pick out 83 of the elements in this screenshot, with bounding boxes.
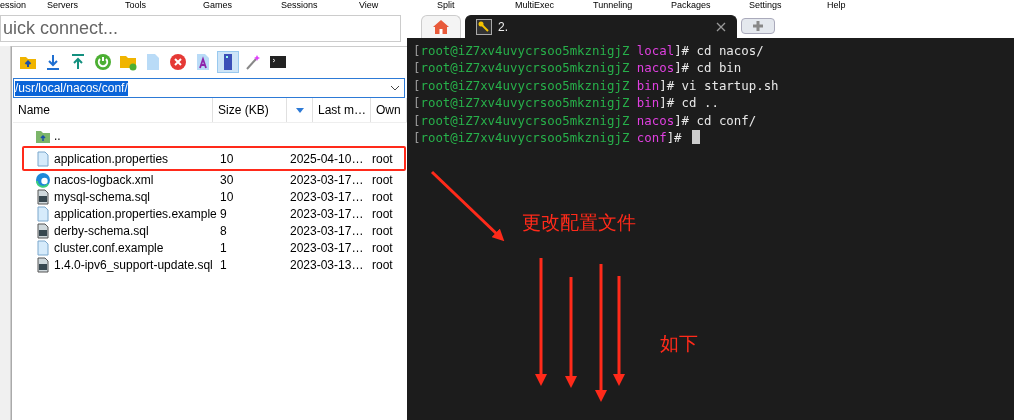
file-name[interactable]: nacos-logback.xml <box>54 172 154 187</box>
file-owner: root <box>372 240 393 255</box>
menu-item[interactable]: Split <box>437 0 515 11</box>
file-size: 9 <box>220 206 227 221</box>
annotation-text: 更改配置文件 <box>522 214 636 232</box>
modified-date: 2023-03-17… <box>290 189 364 204</box>
terminal-line: [root@iZ7xv4uvycrsoo5mkznigjZ local]# cd nacos/ <box>413 42 765 60</box>
path-field[interactable]: /usr/local/nacos/conf/ <box>13 78 405 98</box>
file-owner: root <box>372 257 393 272</box>
file-row[interactable]: 1.4.0-ipv6_support-update.sql 1 2023-03-13… root <box>22 256 406 273</box>
file-row[interactable]: cluster.conf.example 1 2023-03-17… root <box>22 239 406 256</box>
file-icon <box>35 239 51 256</box>
quick-connect-field[interactable]: uick connect... <box>0 15 401 42</box>
file-size: 10 <box>220 151 234 166</box>
file-owner: root <box>372 172 393 187</box>
delete-icon[interactable] <box>167 51 189 73</box>
pane-icon[interactable] <box>217 51 239 73</box>
house-icon <box>432 18 450 36</box>
file-owner: root <box>372 151 393 166</box>
highlighted-file-row[interactable]: application.properties 10 2025-04-10… root <box>22 146 406 171</box>
file-name[interactable]: .. <box>54 128 61 143</box>
menu-item[interactable]: ession <box>0 0 47 11</box>
menu-item[interactable]: Sessions <box>281 0 359 11</box>
browser-file-icon <box>35 171 51 188</box>
file-row[interactable]: derby-schema.sql 8 2023-03-17… root <box>22 222 406 239</box>
menu-item[interactable]: Packages <box>671 0 749 11</box>
file-name[interactable]: cluster.conf.example <box>54 240 164 255</box>
menu-item[interactable]: View <box>359 0 437 11</box>
file-icon <box>35 150 51 167</box>
session-tab[interactable]: 2. <box>465 15 737 38</box>
modified-date: 2023-03-17… <box>290 223 364 238</box>
menu-item[interactable]: Servers <box>47 0 125 11</box>
refresh-icon[interactable] <box>92 51 114 73</box>
menu-item[interactable]: Tools <box>125 0 203 11</box>
menu-item[interactable]: Tunneling <box>593 0 671 11</box>
annotation-text: 如下 <box>660 335 698 353</box>
file-size: 10 <box>220 189 234 204</box>
file-owner: root <box>372 206 393 221</box>
file-icon <box>35 205 51 222</box>
file-size: 1 <box>220 240 227 255</box>
terminal-line: [root@iZ7xv4uvycrsoo5mkznigjZ nacos]# cd conf/ <box>413 111 758 130</box>
chevron-down-icon <box>390 85 400 91</box>
file-name[interactable]: 1.4.0-ipv6_support-update.sql <box>54 257 213 272</box>
menu-item[interactable]: Help <box>827 0 905 11</box>
modified-date: 2023-03-17… <box>290 206 364 221</box>
close-icon[interactable] <box>716 22 726 32</box>
database-file-icon <box>35 256 51 273</box>
file-name[interactable]: derby-schema.sql <box>54 223 149 238</box>
sort-down-icon <box>295 107 304 113</box>
database-file-icon <box>35 188 51 205</box>
tab-title: 2. <box>498 20 508 34</box>
terminal-line: [root@iZ7xv4uvycrsoo5mkznigjZ nacos]# cd bin <box>413 59 743 77</box>
path-text: /usr/local/nacos/conf/ <box>15 80 128 96</box>
file-size: 30 <box>220 172 234 187</box>
new-tab-button[interactable] <box>741 18 775 34</box>
file-name[interactable]: mysql-schema.sql <box>54 189 151 204</box>
menu-item[interactable]: MultiExec <box>515 0 593 11</box>
column-header[interactable]: Name <box>13 98 213 122</box>
file-row[interactable]: application.properties.example 9 2023-03-17… root <box>22 205 406 222</box>
menu-item[interactable]: Settings <box>749 0 827 11</box>
terminal-line: [root@iZ7xv4uvycrsoo5mkznigjZ bin]# cd .. <box>413 94 720 112</box>
modified-date: 2023-03-17… <box>290 172 364 187</box>
home-tab[interactable] <box>421 15 461 38</box>
file-name[interactable]: application.properties.example <box>54 206 217 221</box>
file-size: 8 <box>220 223 227 238</box>
menu-item[interactable]: Games <box>203 0 281 11</box>
terminal-line: [root@iZ7xv4uvycrsoo5mkznigjZ conf]# <box>413 129 1014 147</box>
database-file-icon <box>35 222 51 239</box>
file-row[interactable]: mysql-schema.sql 10 2023-03-17… root <box>22 188 406 205</box>
modified-date: 2023-03-17… <box>290 240 364 255</box>
file-name[interactable]: application.properties <box>54 151 169 166</box>
modified-date: 2023-03-13… <box>290 257 364 272</box>
column-header[interactable]: Last m… <box>313 98 371 122</box>
terminal-line: [root@iZ7xv4uvycrsoo5mkznigjZ bin]# vi startup.sh <box>413 76 780 95</box>
key-icon <box>476 19 492 35</box>
file-size: 1 <box>220 257 227 272</box>
plus-icon <box>752 20 764 32</box>
modified-date: 2025-04-10… <box>290 151 364 166</box>
file-owner: root <box>372 189 393 204</box>
file-row[interactable]: .. <box>22 127 406 144</box>
file-row[interactable]: nacos-logback.xml 30 2023-03-17… root <box>22 171 406 188</box>
column-header[interactable]: Size (KB) <box>213 98 287 122</box>
file-owner: root <box>372 223 393 238</box>
